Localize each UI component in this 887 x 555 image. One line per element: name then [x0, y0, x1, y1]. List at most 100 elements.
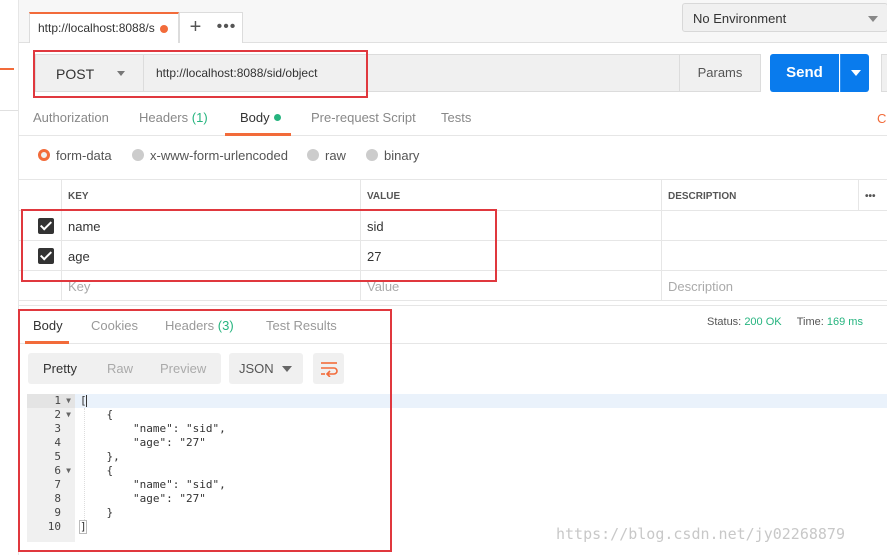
- tab-headers[interactable]: Headers (1): [139, 110, 208, 125]
- checkbox-checked-icon[interactable]: [38, 248, 54, 264]
- chevron-down-icon: [282, 366, 292, 372]
- radio-form-data-label: form-data: [56, 148, 112, 163]
- environment-selected: No Environment: [693, 11, 787, 26]
- bracket-match-marker: [79, 520, 87, 534]
- send-button[interactable]: Send: [770, 54, 839, 92]
- row-checkbox-cell: [19, 241, 61, 270]
- response-tab-body[interactable]: Body: [33, 318, 63, 333]
- line-number: 5: [54, 450, 61, 463]
- line-number: 6 ▼: [54, 464, 71, 477]
- url-input[interactable]: http://localhost:8088/sid/object: [143, 54, 680, 92]
- column-header-description: DESCRIPTION: [661, 180, 858, 210]
- new-tab-plus-icon[interactable]: +: [180, 13, 211, 43]
- column-header-key: KEY: [61, 180, 360, 210]
- row-checkbox-cell: [19, 211, 61, 240]
- status-value: 200 OK: [744, 316, 782, 328]
- tab-body[interactable]: Body: [240, 110, 281, 125]
- response-status: Status: 200 OK Time: 169 ms: [707, 316, 863, 328]
- code-line: {: [80, 464, 114, 477]
- wrap-lines-icon: [321, 362, 338, 377]
- unsaved-dot-icon: [160, 25, 168, 33]
- text-cursor: [86, 395, 87, 407]
- send-options-button[interactable]: [840, 54, 869, 92]
- line-number: 4: [54, 436, 61, 449]
- request-tab-bar: http://localhost:8088/s + ••• No Environ…: [19, 0, 887, 43]
- tab-authorization[interactable]: Authorization: [33, 110, 109, 125]
- language-select[interactable]: JSON: [229, 353, 303, 384]
- response-tab-headers-count: (3): [217, 318, 234, 333]
- tab-prerequest-script[interactable]: Pre-request Script: [311, 110, 416, 125]
- radio-x-www-form-urlencoded[interactable]: x-www-form-urlencoded: [132, 148, 288, 163]
- time-label: Time:: [796, 316, 824, 328]
- radio-raw[interactable]: raw: [307, 148, 346, 163]
- table-row: age 27: [19, 241, 887, 271]
- line-number: 9: [54, 506, 61, 519]
- key-placeholder[interactable]: Key: [61, 271, 360, 300]
- radio-unselected-icon: [366, 149, 378, 161]
- tab-tests[interactable]: Tests: [441, 110, 471, 125]
- body-type-options: form-data x-www-form-urlencoded raw bina…: [19, 136, 887, 179]
- value-cell[interactable]: sid: [360, 211, 661, 240]
- method-select[interactable]: POST: [35, 54, 143, 92]
- radio-binary[interactable]: binary: [366, 148, 419, 163]
- fold-arrow-icon: ▼: [66, 466, 71, 475]
- tab-actions: + •••: [179, 12, 243, 43]
- response-tab-headers-label: Headers: [165, 318, 215, 333]
- fold-arrow-icon: ▼: [66, 396, 71, 405]
- response-tabs: Body Cookies Headers (3) Test Results St…: [19, 306, 887, 344]
- code-line: "age": "27": [80, 436, 206, 449]
- environment-select[interactable]: No Environment: [682, 3, 887, 32]
- description-cell[interactable]: [661, 211, 858, 240]
- value-cell[interactable]: 27: [360, 241, 661, 270]
- key-cell[interactable]: name: [61, 211, 360, 240]
- response-tab-headers[interactable]: Headers (3): [165, 318, 234, 333]
- request-tab[interactable]: http://localhost:8088/s: [29, 12, 179, 43]
- description-placeholder[interactable]: Description: [661, 271, 858, 300]
- body-indicator-dot-icon: [273, 114, 281, 121]
- row-checkbox-cell: [19, 271, 61, 300]
- watermark-text: https://blog.csdn.net/jy02268879: [556, 525, 845, 543]
- request-tab-label: http://localhost:8088/s: [38, 21, 155, 35]
- table-header-row: KEY VALUE DESCRIPTION •••: [19, 179, 887, 211]
- raw-button[interactable]: Raw: [107, 361, 133, 376]
- pretty-button[interactable]: Pretty: [43, 361, 77, 376]
- method-label: POST: [56, 66, 95, 82]
- chevron-down-icon: [868, 16, 878, 22]
- params-button[interactable]: Params: [679, 54, 761, 92]
- cookies-link[interactable]: C: [877, 111, 886, 126]
- radio-unselected-icon: [132, 149, 144, 161]
- code-line: }: [80, 506, 114, 519]
- url-bar: POST http://localhost:8088/sid/object Pa…: [19, 43, 887, 105]
- checkbox-checked-icon[interactable]: [38, 218, 54, 234]
- response-toolbar: Pretty Raw Preview JSON: [19, 344, 887, 394]
- tab-body-label: Body: [240, 110, 270, 125]
- radio-selected-icon: [38, 149, 50, 161]
- response-body-editor[interactable]: 1 ▼ 2 ▼ 3 4 5 6 ▼ 7 8 9 10 [ { "name": "sid…: [27, 394, 887, 542]
- code-line: {: [80, 408, 114, 421]
- table-options-icon[interactable]: •••: [858, 180, 887, 210]
- request-tabs: Authorization Headers (1) Body Pre-reque…: [19, 100, 887, 136]
- response-tab-cookies[interactable]: Cookies: [91, 318, 138, 333]
- column-header-value: VALUE: [360, 180, 661, 210]
- radio-raw-label: raw: [325, 148, 346, 163]
- wrap-lines-button[interactable]: [313, 353, 344, 384]
- save-button[interactable]: [881, 54, 887, 92]
- tab-more-icon[interactable]: •••: [211, 13, 242, 43]
- chevron-down-icon: [851, 70, 861, 76]
- response-tab-test-results[interactable]: Test Results: [266, 318, 337, 333]
- value-placeholder[interactable]: Value: [360, 271, 661, 300]
- tab-headers-label: Headers: [139, 110, 189, 125]
- line-number: 7: [54, 478, 61, 491]
- description-cell[interactable]: [661, 241, 858, 270]
- format-toggle-group: Pretty Raw Preview: [28, 353, 221, 384]
- current-line-highlight: [75, 394, 887, 408]
- code-line: "name": "sid",: [80, 422, 226, 435]
- key-cell[interactable]: age: [61, 241, 360, 270]
- radio-form-data[interactable]: form-data: [38, 148, 112, 163]
- status-label: Status:: [707, 316, 742, 328]
- fold-arrow-icon: ▼: [66, 410, 71, 419]
- code-line: "age": "27": [80, 492, 206, 505]
- sidebar-edge: [0, 0, 19, 555]
- preview-button[interactable]: Preview: [160, 361, 206, 376]
- code-line: },: [80, 450, 120, 463]
